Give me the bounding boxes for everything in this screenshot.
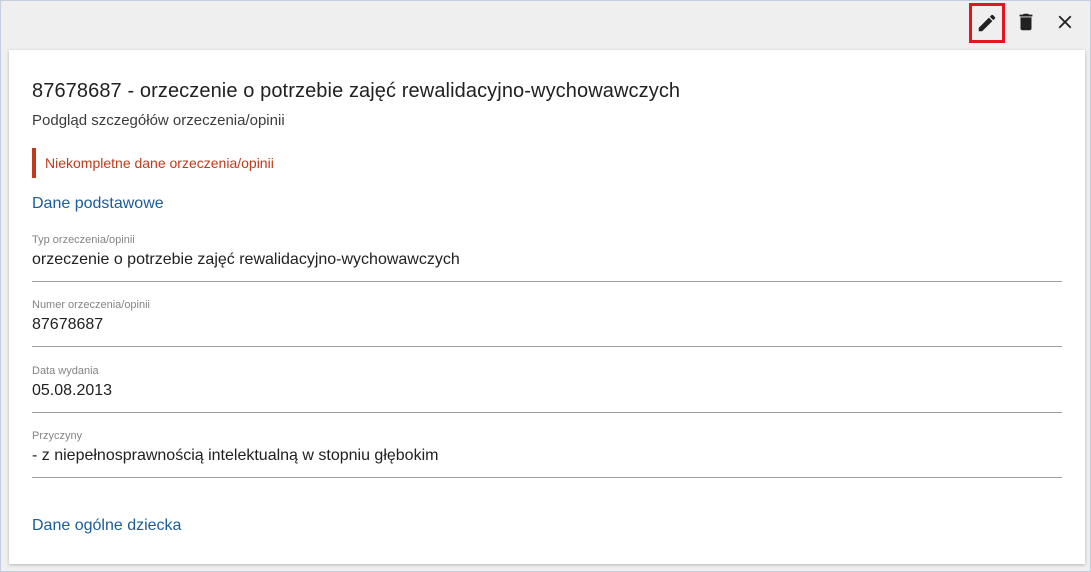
trash-icon bbox=[1019, 13, 1033, 31]
field-label: Numer orzeczenia/opinii bbox=[32, 299, 150, 311]
field-label: Typ orzeczenia/opinii bbox=[32, 234, 135, 246]
dialog-frame: 87678687 - orzeczenie o potrzebie zajęć … bbox=[0, 0, 1091, 572]
field-value: 05.08.2013 bbox=[32, 382, 113, 399]
close-icon bbox=[1058, 15, 1072, 29]
child-data-section-link[interactable]: Dane ogólne dziecka bbox=[32, 517, 181, 535]
field-value: 87678687 bbox=[32, 316, 104, 333]
pencil-icon bbox=[978, 14, 996, 32]
delete-button[interactable] bbox=[1009, 5, 1043, 39]
close-button[interactable] bbox=[1048, 5, 1082, 39]
field-value: - z niepełnosprawnością intelektualną w … bbox=[32, 447, 439, 464]
warning-text: Niekompletne dane orzeczenia/opinii bbox=[45, 155, 274, 171]
field-label: Data wydania bbox=[32, 365, 99, 377]
decision-type-field: Typ orzeczenia/opinii orzeczenie o potrz… bbox=[32, 234, 1062, 282]
issue-date-field: Data wydania 05.08.2013 bbox=[32, 365, 1062, 413]
page-subtitle: Podgląd szczegółów orzeczenia/opinii bbox=[32, 112, 285, 129]
decision-number-field: Numer orzeczenia/opinii 87678687 bbox=[32, 299, 1062, 347]
incomplete-data-warning: Niekompletne dane orzeczenia/opinii bbox=[32, 148, 274, 178]
toolbar bbox=[1, 1, 1090, 49]
edit-button[interactable] bbox=[969, 3, 1005, 43]
page-title: 87678687 - orzeczenie o potrzebie zajęć … bbox=[32, 80, 681, 102]
basic-data-section-link[interactable]: Dane podstawowe bbox=[32, 195, 164, 213]
field-value: orzeczenie o potrzebie zajęć rewalidacyj… bbox=[32, 251, 460, 268]
field-label: Przyczyny bbox=[32, 430, 83, 442]
reasons-field: Przyczyny - z niepełnosprawnością intele… bbox=[32, 430, 1062, 478]
details-card: 87678687 - orzeczenie o potrzebie zajęć … bbox=[9, 50, 1085, 564]
